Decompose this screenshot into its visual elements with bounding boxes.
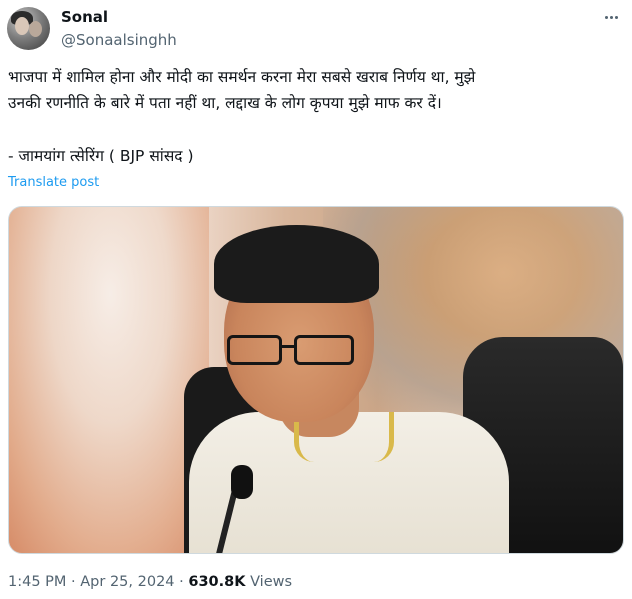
tweet-time-link[interactable]: 1:45 PM · Apr 25, 2024 (8, 574, 175, 590)
tweet-text: भाजपा में शामिल होना और मोदी का समर्थन क… (8, 68, 476, 112)
dot (614, 15, 618, 19)
glasses-lens-left (227, 335, 282, 365)
views-label: Views (250, 574, 293, 590)
tweet-quote-attribution: - जामयांग त्सेरिंग ( BJP सांसद ) (8, 147, 194, 165)
tweet-timestamp: 1:45 PM · Apr 25, 2024 · 630.8K Views (8, 574, 292, 590)
dot (604, 15, 608, 19)
tweet-date: Apr 25, 2024 (80, 574, 175, 590)
separator: · (179, 574, 184, 590)
person-hair (214, 225, 379, 303)
translate-post-link[interactable]: Translate post (8, 175, 99, 190)
glasses-lens-right (294, 335, 354, 365)
dot (609, 15, 613, 19)
more-options-icon[interactable] (600, 6, 622, 28)
separator: · (71, 574, 76, 590)
avatar-face (15, 17, 29, 35)
glasses-bridge (281, 345, 295, 348)
author-display-name[interactable]: Sonal (61, 8, 108, 26)
microphone-head (231, 465, 253, 499)
tweet-media-image[interactable] (8, 206, 624, 554)
author-handle[interactable]: @Sonaalsinghh (61, 31, 177, 49)
tweet-time: 1:45 PM (8, 574, 67, 590)
avatar-face-secondary (29, 21, 42, 37)
avatar[interactable] (7, 7, 50, 50)
background-poster-left (9, 207, 209, 553)
views-count: 630.8K (188, 574, 246, 590)
